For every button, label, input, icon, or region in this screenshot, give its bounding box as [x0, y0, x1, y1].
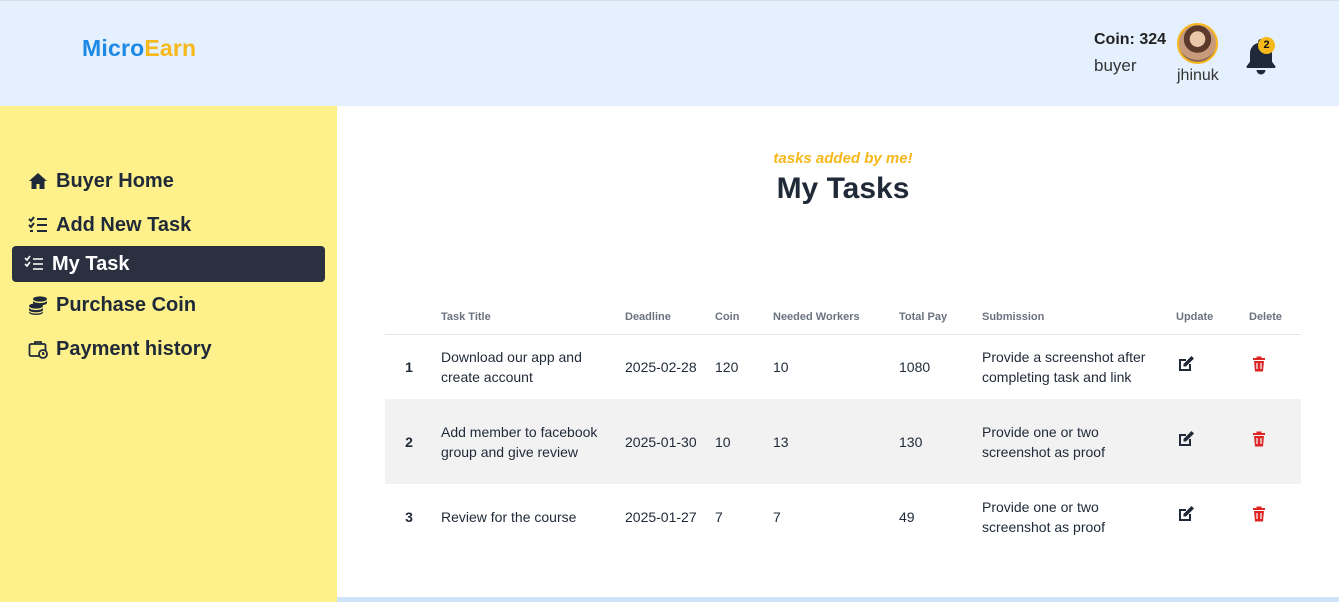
edit-icon[interactable]: [1176, 429, 1196, 449]
user-coin-block: Coin: 324 buyer: [1094, 31, 1166, 76]
sidebar-item-add-new-task[interactable]: Add New Task: [12, 207, 325, 243]
cell-coin: 10: [715, 433, 731, 450]
cell-update: [1168, 484, 1241, 549]
trash-icon[interactable]: [1249, 354, 1269, 374]
sidebar-item-label: Buyer Home: [56, 169, 174, 192]
sidebar-item-purchase-coin[interactable]: Purchase Coin: [12, 287, 325, 323]
tasks-table: Task Title Deadline Coin Needed Workers …: [385, 300, 1301, 549]
sidebar-item-label: Add New Task: [56, 213, 192, 236]
cell-delete: [1241, 334, 1301, 399]
cell-needed-workers: 13: [773, 433, 789, 450]
cell-update: [1168, 334, 1241, 399]
footer-edge: [337, 597, 1339, 602]
cell-total-pay: 130: [899, 433, 923, 450]
sidebar-item-label: My Task: [52, 252, 130, 275]
col-header-deadline: Deadline: [617, 300, 707, 335]
cell-total-pay: 49: [899, 508, 915, 525]
home-icon: [29, 173, 47, 189]
cell-delete: [1241, 399, 1301, 484]
logo-text-earn: Earn: [144, 35, 197, 61]
top-navbar: MicroEarn Coin: 324 buyer jhinuk 2: [0, 0, 1339, 106]
cell-task-title: Add member to facebook group and give re…: [441, 423, 598, 460]
cell-deadline: 2025-02-28: [625, 358, 697, 375]
table-header-row: Task Title Deadline Coin Needed Workers …: [385, 300, 1301, 335]
coins-icon: [29, 296, 47, 315]
sidebar-item-buyer-home[interactable]: Buyer Home: [12, 163, 325, 199]
cell-deadline: 2025-01-30: [625, 433, 697, 450]
user-role: buyer: [1094, 56, 1137, 75]
cell-task-title: Review for the course: [441, 508, 577, 525]
cell-needed-workers: 10: [773, 358, 789, 375]
row-number: 3: [405, 508, 413, 525]
sidebar-item-label: Purchase Coin: [56, 293, 197, 316]
cell-total-pay: 1080: [899, 358, 931, 375]
sidebar-item-my-task[interactable]: My Task: [12, 246, 325, 282]
table-row: 3 Review for the course 2025-01-27 7 7 4…: [385, 484, 1301, 549]
col-header-task-title: Task Title: [433, 300, 617, 335]
cell-coin: 7: [715, 508, 723, 525]
avatar[interactable]: [1177, 23, 1218, 64]
list-check-icon: [28, 216, 47, 232]
cell-update: [1168, 399, 1241, 484]
cell-delete: [1241, 484, 1301, 549]
col-header-submission: Submission: [974, 300, 1168, 335]
site-logo[interactable]: MicroEarn: [82, 35, 196, 62]
cell-submission: Provide one or two screenshot as proof: [982, 498, 1105, 535]
edit-icon[interactable]: [1176, 504, 1196, 524]
cell-task-title: Download our app and create account: [441, 348, 582, 385]
edit-icon[interactable]: [1176, 354, 1196, 374]
cell-coin: 120: [715, 358, 739, 375]
cell-needed-workers: 7: [773, 508, 781, 525]
row-number: 2: [405, 433, 413, 450]
briefcase-clock-icon: [28, 341, 48, 359]
col-header-index: [385, 300, 433, 335]
coin-balance: Coin: 324: [1094, 31, 1167, 48]
notification-badge: 2: [1258, 37, 1275, 54]
section-subtitle: tasks added by me!: [773, 150, 913, 167]
col-header-needed-workers: Needed Workers: [765, 300, 891, 335]
col-header-total-pay: Total Pay: [891, 300, 974, 335]
col-header-update: Update: [1168, 300, 1241, 335]
cell-deadline: 2025-01-27: [625, 508, 697, 525]
list-check-icon: [24, 255, 43, 270]
trash-icon[interactable]: [1249, 429, 1269, 449]
logo-text-micro: Micro: [82, 35, 145, 61]
cell-submission: Provide one or two screenshot as proof: [982, 423, 1105, 460]
trash-icon[interactable]: [1249, 504, 1269, 524]
sidebar-item-payment-history[interactable]: Payment history: [12, 331, 325, 367]
sidebar-item-label: Payment history: [56, 337, 212, 360]
table-row: 1 Download our app and create account 20…: [385, 334, 1301, 399]
cell-submission: Provide a screenshot after completing ta…: [982, 348, 1146, 385]
page-title: My Tasks: [776, 172, 910, 205]
col-header-coin: Coin: [707, 300, 765, 335]
col-header-delete: Delete: [1241, 300, 1301, 335]
sidebar: Buyer Home Add New Task My Task Purchase…: [0, 106, 337, 602]
row-number: 1: [405, 358, 413, 375]
username: jhinuk: [1177, 67, 1219, 84]
table-row: 2 Add member to facebook group and give …: [385, 399, 1301, 484]
